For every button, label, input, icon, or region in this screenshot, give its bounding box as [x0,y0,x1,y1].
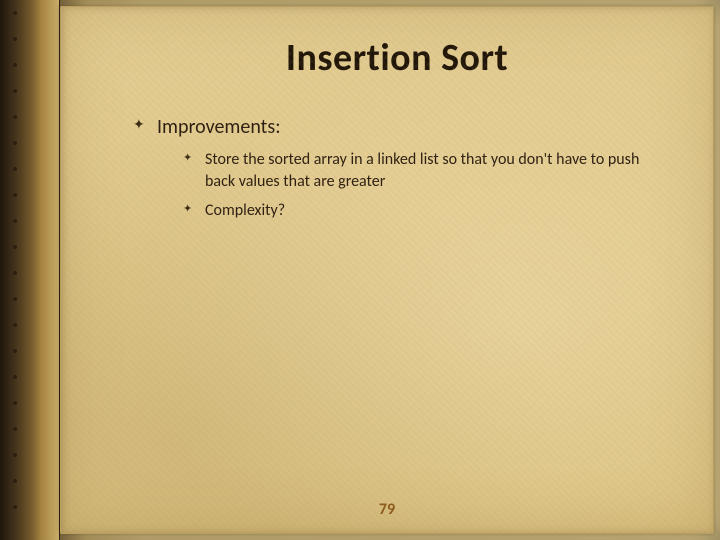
book-spine [0,0,60,540]
slide-book-frame: Insertion Sort Improvements: Store the s… [0,0,720,540]
sub-bullet-text: Complexity? [205,201,285,220]
bullet-item-improvements: Improvements: Store the sorted array in … [131,115,663,222]
sub-bullet-text: Store the sorted array in a linked list … [205,150,639,191]
sub-bullet-list: Store the sorted array in a linked list … [157,149,663,222]
sub-bullet-item: Complexity? [183,200,663,222]
bullet-list: Improvements: Store the sorted array in … [131,115,663,222]
slide-page: Insertion Sort Improvements: Store the s… [60,6,714,534]
sub-bullet-item: Store the sorted array in a linked list … [183,149,663,192]
slide-title: Insertion Sort [131,35,663,81]
page-number: 79 [61,500,713,519]
bullet-heading: Improvements: [157,115,281,139]
